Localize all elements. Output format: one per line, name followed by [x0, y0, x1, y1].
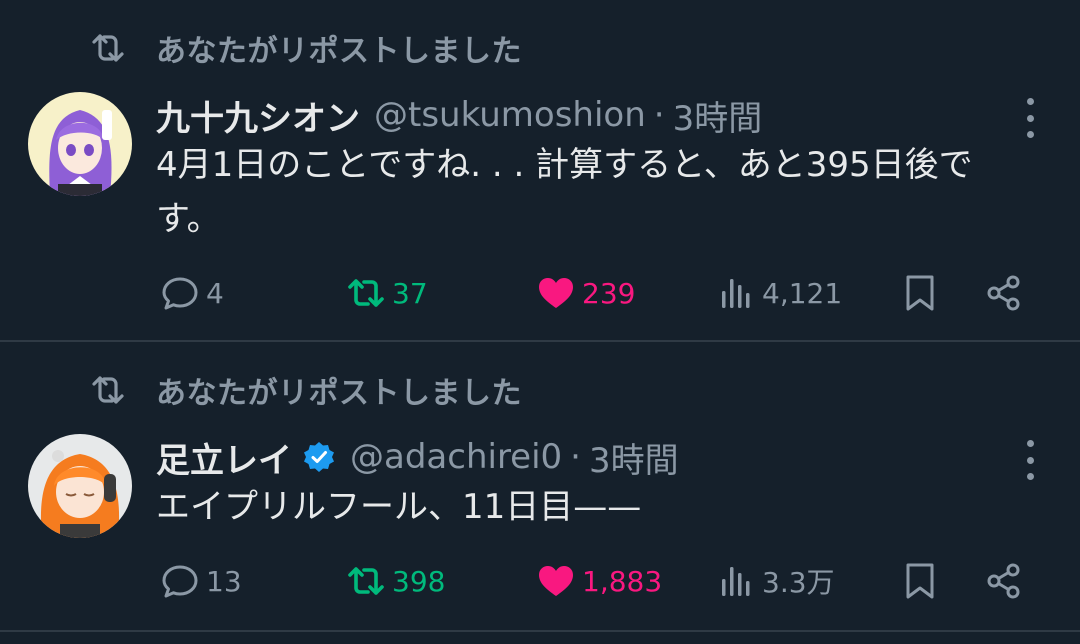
- display-name[interactable]: 足立レイ: [156, 433, 292, 482]
- more-icon[interactable]: [1020, 440, 1040, 480]
- action-bar: 4 37 239 4,121: [0, 268, 1080, 318]
- like-icon: [539, 566, 573, 596]
- avatar[interactable]: [28, 92, 132, 196]
- post-divider: [0, 630, 1080, 632]
- repost-label: あなたがリポストしました: [156, 376, 522, 411]
- repost-count: 398: [392, 564, 446, 598]
- post[interactable]: あなたがリポストしました 九十九シオン @tsukumoshion · 3時間 …: [0, 0, 1080, 340]
- repost-label: あなたがリポストしました: [156, 34, 522, 69]
- reply-button[interactable]: 13: [160, 556, 242, 606]
- views-count: 3.3万: [762, 566, 835, 599]
- repost-button[interactable]: 37: [346, 268, 428, 318]
- repost-indicator: あなたがリポストしました: [88, 368, 522, 412]
- timestamp[interactable]: 3時間: [589, 433, 679, 482]
- like-button[interactable]: 239: [536, 268, 635, 318]
- views-button[interactable]: 4,121: [716, 268, 842, 318]
- repost-count: 37: [392, 276, 428, 310]
- post-text: エイプリルフール、11日目——: [156, 487, 642, 527]
- views-icon: [722, 279, 750, 308]
- repost-icon: [348, 279, 384, 307]
- share-icon: [987, 563, 1020, 599]
- repost-indicator: あなたがリポストしました: [88, 26, 522, 70]
- repost-icon: [348, 567, 384, 595]
- bookmark-icon: [906, 563, 934, 599]
- reply-icon: [162, 565, 198, 598]
- display-name[interactable]: 九十九シオン: [156, 91, 360, 140]
- like-button[interactable]: 1,883: [536, 556, 662, 606]
- verified-badge-icon: [304, 442, 334, 472]
- bookmark-button[interactable]: [900, 556, 940, 606]
- timestamp[interactable]: 3時間: [673, 91, 763, 140]
- repost-icon: [92, 34, 124, 62]
- reply-icon: [162, 277, 198, 310]
- like-count: 1,883: [582, 564, 663, 598]
- bookmark-icon: [906, 275, 934, 311]
- share-button[interactable]: [984, 268, 1024, 318]
- share-button[interactable]: [984, 556, 1024, 606]
- repost-icon: [92, 376, 124, 404]
- more-icon[interactable]: [1020, 98, 1040, 138]
- avatar[interactable]: [28, 434, 132, 538]
- like-icon: [539, 278, 573, 308]
- views-button[interactable]: 3.3万: [716, 556, 835, 606]
- action-bar: 13 398 1,883 3.3万: [0, 556, 1080, 606]
- reply-button[interactable]: 4: [160, 268, 224, 318]
- like-count: 239: [582, 276, 636, 310]
- user-handle[interactable]: @tsukumoshion: [374, 95, 646, 135]
- separator-dot: ·: [570, 437, 581, 477]
- share-icon: [987, 275, 1020, 311]
- views-count: 4,121: [762, 276, 843, 310]
- user-handle[interactable]: @adachirei0: [350, 437, 562, 477]
- post-header: 九十九シオン @tsukumoshion · 3時間: [156, 90, 762, 140]
- post-text: 4月1日のことですね. . . 計算すると、あと395日後です。: [156, 145, 973, 239]
- post[interactable]: あなたがリポストしました 足立レイ @adachirei0 · 3時間 エイプリ…: [0, 342, 1080, 630]
- post-header: 足立レイ @adachirei0 · 3時間: [156, 432, 679, 482]
- reply-count: 4: [206, 276, 224, 310]
- bookmark-button[interactable]: [900, 268, 940, 318]
- reply-count: 13: [206, 564, 242, 598]
- separator-dot: ·: [653, 95, 665, 135]
- views-icon: [722, 567, 750, 596]
- repost-button[interactable]: 398: [346, 556, 445, 606]
